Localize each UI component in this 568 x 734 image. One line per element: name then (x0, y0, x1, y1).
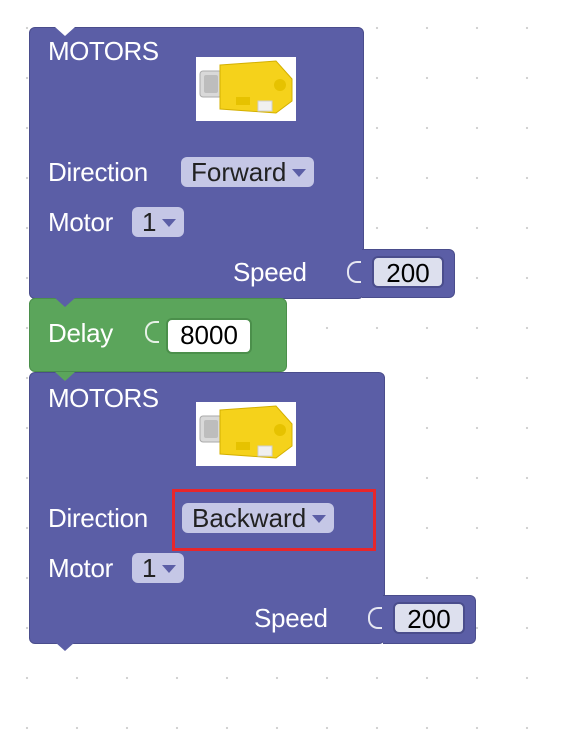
motor-number-dropdown[interactable]: 1 (132, 553, 185, 583)
highlight-box (172, 489, 376, 551)
socket-puzzle-tab (347, 261, 361, 283)
speed-input[interactable]: 200 (372, 256, 444, 288)
chevron-down-icon (162, 219, 177, 227)
motor-number-value: 1 (142, 553, 157, 583)
chevron-down-icon (292, 169, 307, 177)
motor-image (196, 402, 296, 466)
direction-label: Direction (48, 503, 148, 533)
block-top-notch (55, 298, 75, 307)
motor-number-dropdown[interactable]: 1 (132, 207, 185, 237)
blockly-workspace[interactable]: MOTORS Direction Forward Motor 1 Speed 2… (0, 0, 568, 734)
motor-number-value: 1 (142, 207, 157, 237)
block-bottom-notch (55, 642, 75, 651)
delay-label: Delay (48, 318, 113, 348)
direction-label: Direction (48, 157, 148, 187)
motors-block-title: MOTORS (48, 36, 159, 66)
speed-label: Speed (233, 257, 307, 287)
delay-puzzle-tab (145, 321, 159, 343)
block-top-notch (55, 27, 75, 36)
motor-label: Motor (48, 207, 113, 237)
socket-puzzle-tab (368, 607, 382, 629)
delay-input[interactable]: 8000 (166, 318, 252, 354)
motor-image (196, 57, 296, 121)
yellow-dc-gear-motor-icon (196, 402, 296, 466)
direction-dropdown[interactable]: Forward (181, 157, 315, 187)
block-top-notch (55, 372, 75, 381)
direction-value: Forward (191, 157, 287, 187)
speed-input[interactable]: 200 (393, 602, 465, 634)
chevron-down-icon (162, 565, 177, 573)
motor-label: Motor (48, 553, 113, 583)
yellow-dc-gear-motor-icon (196, 57, 296, 121)
speed-label: Speed (254, 603, 328, 633)
motors-block-title: MOTORS (48, 383, 159, 413)
